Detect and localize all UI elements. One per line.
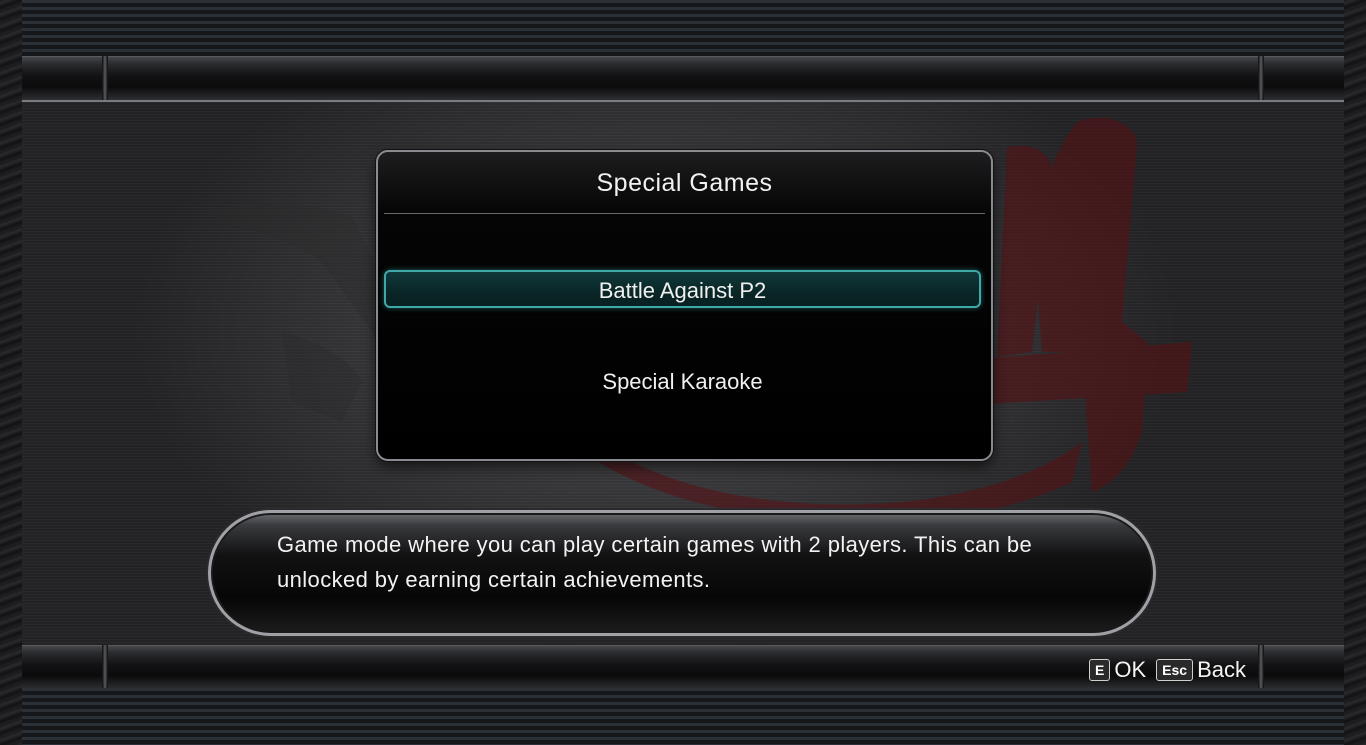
ok-control[interactable]: E OK (1089, 657, 1146, 683)
menu-title: Special Games (596, 169, 773, 197)
esc-key-icon: Esc (1156, 659, 1194, 681)
ok-label: OK (1114, 657, 1147, 682)
description-line-2: unlocked by earning certain achievements… (277, 567, 711, 592)
menu-divider (384, 213, 985, 214)
e-key-icon: E (1089, 659, 1111, 681)
control-hints: E OK Esc Back (1089, 656, 1246, 684)
menu-item-special-karaoke[interactable]: Special Karaoke (384, 363, 981, 401)
description-text: Game mode where you can play certain gam… (277, 527, 1097, 597)
right-ornament (1344, 0, 1366, 745)
description-line-1: Game mode where you can play certain gam… (277, 532, 1033, 557)
back-control[interactable]: Esc Back (1156, 657, 1246, 683)
left-ornament (0, 0, 22, 745)
top-stripes (22, 0, 1344, 56)
menu-item-battle-against-p2[interactable]: Battle Against P2 (384, 270, 981, 308)
bottom-stripes (22, 688, 1344, 745)
top-rail (22, 56, 1344, 100)
description-box: Game mode where you can play certain gam… (208, 510, 1156, 636)
special-games-menu: Special Games Battle Against P2 Special … (376, 150, 993, 461)
game-screen: Special Games Battle Against P2 Special … (0, 0, 1366, 745)
back-label: Back (1197, 657, 1246, 682)
